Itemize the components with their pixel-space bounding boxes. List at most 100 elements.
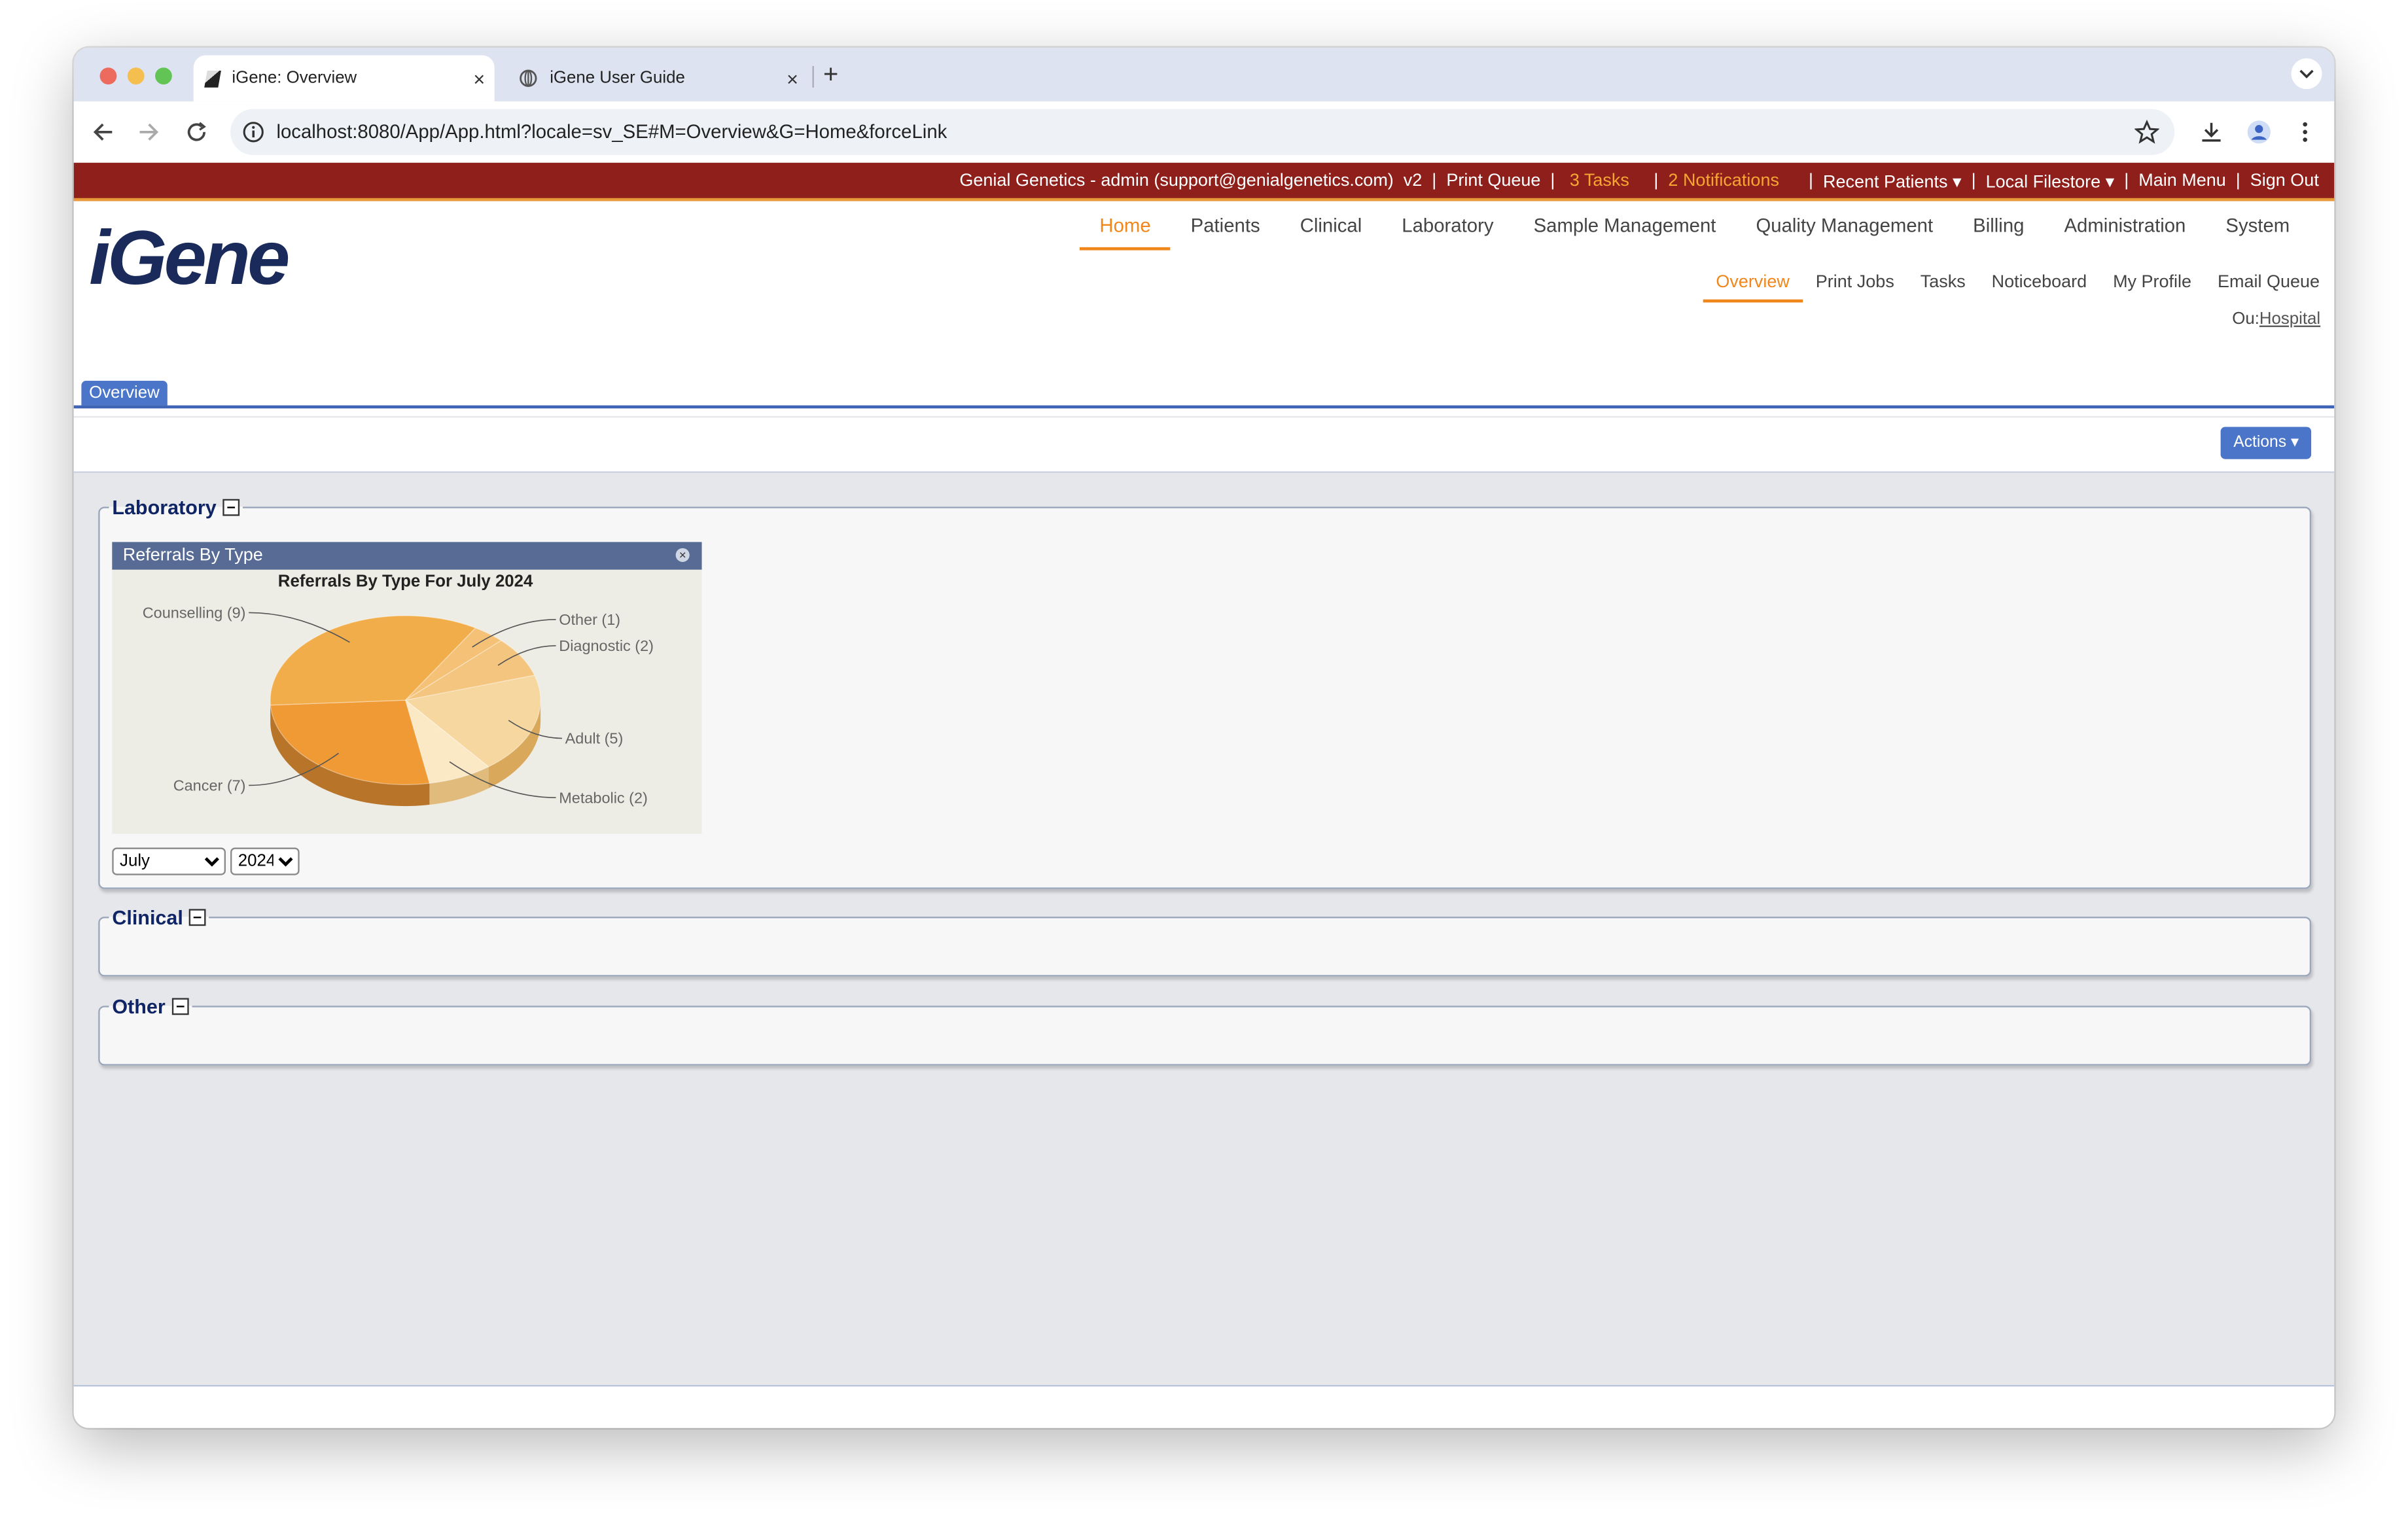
section-legend: Other [109,995,192,1018]
browser-window: iGene: Overview × iGene User Guide × + l… [73,47,2335,1428]
nav-system[interactable]: System [2206,213,2310,250]
month-select[interactable]: July [112,847,226,875]
page-footer [73,1384,2335,1428]
subnav-noticeboard[interactable]: Noticeboard [1979,272,2100,302]
address-bar[interactable]: localhost:8080/App/App.html?locale=sv_SE… [230,109,2175,156]
slice-label: Other (1) [559,611,620,628]
tasks-link[interactable]: 3 Tasks [1570,171,1629,190]
other-section: Other [98,994,2312,1066]
print-queue-link[interactable]: Print Queue [1446,171,1540,190]
organisation-unit: Ou:Hospital [2232,310,2320,328]
collapse-icon[interactable] [222,499,239,516]
local-filestore-menu[interactable]: Local Filestore ▾ [1986,169,2115,191]
arrow-left-icon [93,123,113,141]
actions-button[interactable]: Actions ▾ [2221,427,2312,459]
portlet-title: Referrals By Type [122,546,263,565]
close-window-button[interactable] [99,67,117,85]
separator: | [2114,171,2139,190]
app-header: iGene Home Patients Clinical Laboratory … [73,201,2335,417]
main-nav: Home Patients Clinical Laboratory Sample… [1079,213,2310,251]
collapse-icon[interactable] [189,909,207,926]
nav-quality-management[interactable]: Quality Management [1736,213,1953,250]
section-title: Clinical [112,905,183,929]
subnav-email-queue[interactable]: Email Queue [2204,272,2333,302]
browser-toolbar: localhost:8080/App/App.html?locale=sv_SE… [73,101,2335,163]
separator: | [1629,171,1669,190]
ou-link[interactable]: Hospital [2259,310,2320,328]
pie-slice [270,699,431,785]
section-title: Other [112,994,166,1018]
tab-title: iGene: Overview [232,69,357,88]
subnav-my-profile[interactable]: My Profile [2100,272,2204,302]
separator: | [2225,171,2250,190]
zoom-window-button[interactable] [155,67,172,85]
subnav-print-jobs[interactable]: Print Jobs [1803,272,1907,302]
nav-administration[interactable]: Administration [2044,213,2206,250]
forward-button[interactable] [133,116,164,147]
notifications-link[interactable]: 2 Notifications [1668,171,1779,190]
tab-separator [812,65,814,88]
profile-button[interactable] [2244,116,2275,147]
clinical-section: Clinical [98,905,2312,977]
separator: | [1961,171,1986,190]
referrals-pie-chart: Referrals By Type For July 2024 Adult (5)… [143,572,654,807]
download-button[interactable] [2196,116,2227,147]
nav-sample-management[interactable]: Sample Management [1514,213,1736,250]
collapse-icon[interactable] [171,998,188,1015]
slice-label: Metabolic (2) [559,789,648,806]
chevron-down-icon [2299,69,2314,79]
top-status-bar: Genial Genetics - admin (support@genialg… [73,162,2335,202]
nav-home[interactable]: Home [1079,213,1171,251]
portlet-header: Referrals By Type × [112,542,702,570]
laboratory-section: Laboratory Referrals By Type × Referrals… [98,496,2312,889]
separator: | [1540,171,1570,190]
sign-out-link[interactable]: Sign Out [2250,171,2319,190]
subnav-tasks[interactable]: Tasks [1907,272,1979,302]
sub-nav: Overview Print Jobs Tasks Noticeboard My… [1703,272,2333,303]
close-tab-icon[interactable]: × [464,67,495,90]
tab-underline [73,405,2335,409]
igene-favicon-icon [204,69,221,87]
separator: | [1779,171,1823,190]
bookmark-star-icon[interactable] [2134,120,2159,145]
browser-tab-user-guide[interactable]: iGene User Guide × [506,55,807,101]
tab-title: iGene User Guide [550,69,685,88]
section-legend: Laboratory [109,496,243,519]
tab-search-button[interactable] [2291,58,2322,90]
ou-label: Ou: [2232,310,2259,329]
nav-billing[interactable]: Billing [1953,213,2044,250]
nav-clinical[interactable]: Clinical [1280,213,1382,250]
user-info: Genial Genetics - admin (support@genialg… [959,171,1423,190]
nav-laboratory[interactable]: Laboratory [1382,213,1514,250]
browser-tab-overview[interactable]: iGene: Overview × [193,55,495,101]
minimize-window-button[interactable] [127,67,145,85]
arrow-right-icon [139,123,159,141]
close-tab-icon[interactable]: × [777,67,808,90]
year-select[interactable]: 2024 [230,847,300,875]
new-tab-button[interactable]: + [823,60,838,91]
actions-row: Actions ▾ [73,417,2335,473]
slice-label: Counselling (9) [143,605,246,622]
subnav-overview[interactable]: Overview [1703,272,1803,303]
app-page: Genial Genetics - admin (support@genialg… [73,162,2335,1428]
download-icon [2202,122,2221,142]
avatar-icon [2247,120,2271,144]
browser-tabstrip: iGene: Overview × iGene User Guide × + [73,47,2335,101]
chart-title: Referrals By Type For July 2024 [278,572,533,591]
slice-label: Cancer (7) [173,777,246,794]
slice-label: Adult (5) [565,730,624,747]
site-info-icon[interactable] [243,121,264,143]
igene-logo: iGene [89,215,290,301]
page-tab-overview[interactable]: Overview [81,381,168,406]
back-button[interactable] [88,116,118,147]
close-portlet-icon[interactable]: × [675,548,690,562]
slice-label: Diagnostic (2) [559,637,654,654]
reload-button[interactable] [181,116,212,147]
nav-patients[interactable]: Patients [1171,213,1280,250]
main-menu-link[interactable]: Main Menu [2138,171,2226,190]
section-legend: Clinical [109,906,209,929]
kebab-menu-icon [2303,122,2307,142]
browser-menu-button[interactable] [2290,116,2320,147]
recent-patients-menu[interactable]: Recent Patients ▾ [1823,169,1962,191]
url-text[interactable]: localhost:8080/App/App.html?locale=sv_SE… [276,121,947,143]
